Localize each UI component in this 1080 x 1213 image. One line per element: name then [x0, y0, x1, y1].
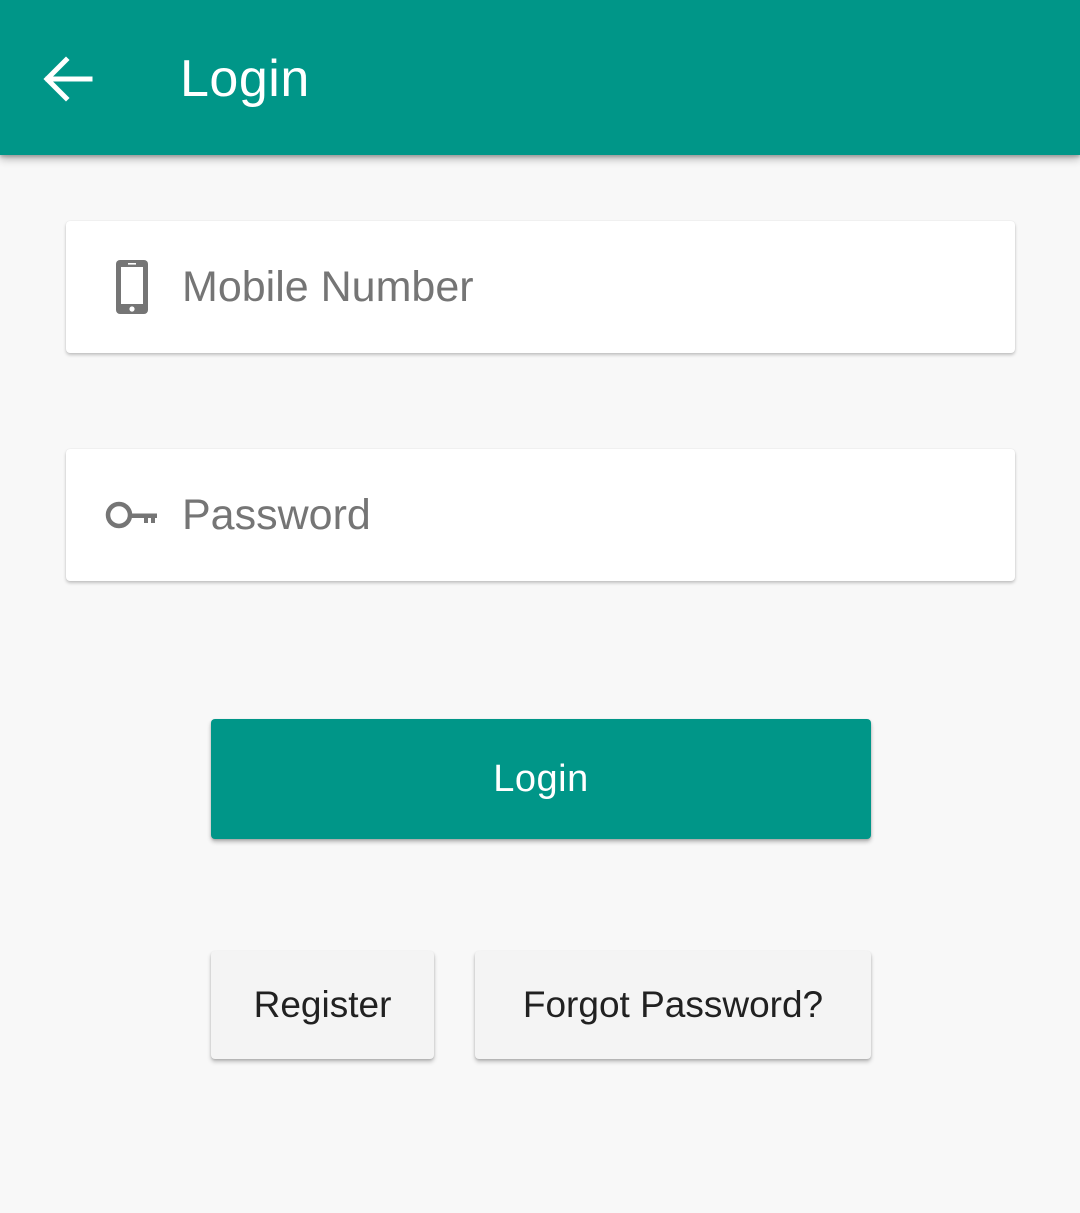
app-bar: Login	[0, 0, 1080, 155]
arrow-left-icon	[43, 56, 93, 102]
register-button[interactable]: Register	[211, 951, 434, 1059]
password-field[interactable]	[66, 449, 1015, 581]
smartphone-icon	[100, 255, 164, 319]
page-title: Login	[180, 50, 310, 108]
login-button[interactable]: Login	[211, 719, 871, 839]
mobile-number-input[interactable]	[182, 251, 982, 323]
mobile-number-field[interactable]	[66, 221, 1015, 353]
forgot-password-button[interactable]: Forgot Password?	[475, 951, 871, 1059]
key-icon	[100, 483, 164, 547]
password-input[interactable]	[182, 479, 982, 551]
back-button[interactable]	[30, 44, 106, 114]
